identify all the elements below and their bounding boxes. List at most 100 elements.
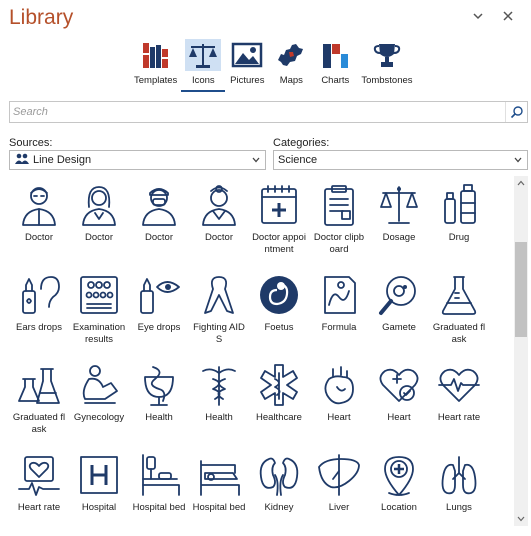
icon-label: Eye drops	[137, 322, 181, 333]
calendar-cross-icon	[253, 180, 305, 230]
icon-label: Fighting AIDS	[193, 322, 245, 345]
search-input[interactable]	[13, 104, 503, 120]
icon-label: Health	[205, 412, 233, 423]
icon-tile[interactable]: Gynecology	[69, 356, 129, 446]
sources-select[interactable]: Line Design	[9, 150, 266, 170]
icon-tile[interactable]: Heart	[309, 356, 369, 446]
kidney-icon	[253, 450, 305, 500]
scrollbar-thumb[interactable]	[515, 242, 527, 337]
chevron-down-icon[interactable]	[470, 8, 486, 24]
scroll-up-icon[interactable]	[514, 176, 528, 190]
search-box	[9, 101, 528, 123]
icon-grid: Doctor Doctor Doctor Doctor Doctor appointme…	[9, 176, 511, 532]
doctor-mirror-icon	[193, 180, 245, 230]
tab-tombstones[interactable]: Tombstones	[357, 39, 416, 91]
picture-icon	[229, 39, 265, 71]
categories-value: Science	[278, 154, 318, 166]
icon-label: Hospital bed	[192, 502, 246, 513]
hospital-bed-drip-icon	[133, 450, 185, 500]
categories-select[interactable]: Science	[273, 150, 528, 170]
sources-label: Sources:	[9, 137, 53, 149]
icon-tile[interactable]: Drug	[429, 176, 489, 266]
icon-tile[interactable]: Heart rate	[9, 446, 69, 532]
close-icon[interactable]	[500, 8, 516, 24]
doctor-mask-icon	[133, 180, 185, 230]
tab-label: Pictures	[230, 75, 265, 86]
tab-templates[interactable]: Templates	[130, 39, 181, 91]
icon-label: Graduated flask	[432, 322, 486, 345]
icon-tile[interactable]: Ears drops	[9, 266, 69, 356]
icon-tile[interactable]: Lungs	[429, 446, 489, 532]
icon-tile[interactable]: Examination results	[69, 266, 129, 356]
icon-tile[interactable]: Formula	[309, 266, 369, 356]
icon-tile[interactable]: Doctor appointment	[249, 176, 309, 266]
icon-tile[interactable]: Dosage	[369, 176, 429, 266]
flasks-icon	[13, 360, 65, 410]
scroll-down-icon[interactable]	[514, 512, 528, 526]
anatomical-heart-icon	[313, 360, 365, 410]
icon-tile[interactable]: Hospital	[69, 446, 129, 532]
icon-label: Doctor	[85, 232, 113, 243]
icon-tile[interactable]: Health	[189, 356, 249, 446]
icon-label: Foetus	[264, 322, 294, 333]
lungs-icon	[433, 450, 485, 500]
star-of-life-icon	[253, 360, 305, 410]
icon-label: Graduated flask	[12, 412, 66, 435]
chevron-down-icon	[251, 155, 261, 168]
search-icon[interactable]	[505, 102, 527, 122]
icon-tile[interactable]: Health	[129, 356, 189, 446]
icon-label: Heart	[387, 412, 411, 423]
icon-tile[interactable]: Location	[369, 446, 429, 532]
icon-tile[interactable]: Eye drops	[129, 266, 189, 356]
doctor-male-icon	[13, 180, 65, 230]
icon-label: Heart	[327, 412, 351, 423]
tab-charts[interactable]: Charts	[313, 39, 357, 91]
icon-label: Drug	[448, 232, 470, 243]
icon-tile[interactable]: Gamete	[369, 266, 429, 356]
icon-label: Kidney	[264, 502, 294, 513]
heart-pulse-icon	[433, 360, 485, 410]
icon-tile[interactable]: Graduated flask	[429, 266, 489, 356]
icon-tile[interactable]: Doctor clipboard	[309, 176, 369, 266]
icon-tile[interactable]: Hospital bed	[189, 446, 249, 532]
library-tabs: Templates Icons Pictures Maps Charts Tom…	[130, 39, 417, 92]
icon-label: Examination results	[72, 322, 126, 345]
icon-label: Doctor	[25, 232, 53, 243]
icon-tile[interactable]: Kidney	[249, 446, 309, 532]
map-icon	[273, 39, 309, 71]
icon-label: Lungs	[446, 502, 472, 513]
icon-tile[interactable]: Doctor	[189, 176, 249, 266]
eye-chart-icon	[73, 270, 125, 320]
categories-label: Categories:	[273, 137, 330, 149]
icon-label: Dosage	[382, 232, 416, 243]
gynecology-icon	[73, 360, 125, 410]
icon-tile[interactable]: Healthcare	[249, 356, 309, 446]
icon-label: Doctor	[145, 232, 173, 243]
icon-label: Gynecology	[73, 412, 125, 423]
icon-tile[interactable]: Graduated flask	[9, 356, 69, 446]
scrollbar[interactable]	[514, 176, 528, 526]
icon-label: Ears drops	[16, 322, 62, 333]
icon-label: Healthcare	[256, 412, 302, 423]
tab-label: Maps	[279, 75, 303, 86]
icon-tile[interactable]: Doctor	[69, 176, 129, 266]
icon-tile[interactable]: Foetus	[249, 266, 309, 356]
flask-icon	[433, 270, 485, 320]
tab-icons[interactable]: Icons	[181, 39, 226, 92]
tab-pictures[interactable]: Pictures	[225, 39, 269, 91]
icon-tile[interactable]: Hospital bed	[129, 446, 189, 532]
icon-tile[interactable]: Heart	[369, 356, 429, 446]
icon-label: Formula	[321, 322, 357, 333]
icon-grid-viewport: Doctor Doctor Doctor Doctor Doctor appointme…	[9, 176, 511, 532]
icon-tile[interactable]: Liver	[309, 446, 369, 532]
icon-tile[interactable]: Fighting AIDS	[189, 266, 249, 356]
caduceus-icon	[193, 360, 245, 410]
icon-tile[interactable]: Heart rate	[429, 356, 489, 446]
ribbon-icon	[193, 270, 245, 320]
icon-label: Health	[145, 412, 173, 423]
icon-tile[interactable]: Doctor	[9, 176, 69, 266]
icon-label: Heart rate	[437, 412, 481, 423]
doctor-female-icon	[73, 180, 125, 230]
tab-maps[interactable]: Maps	[269, 39, 313, 91]
icon-tile[interactable]: Doctor	[129, 176, 189, 266]
